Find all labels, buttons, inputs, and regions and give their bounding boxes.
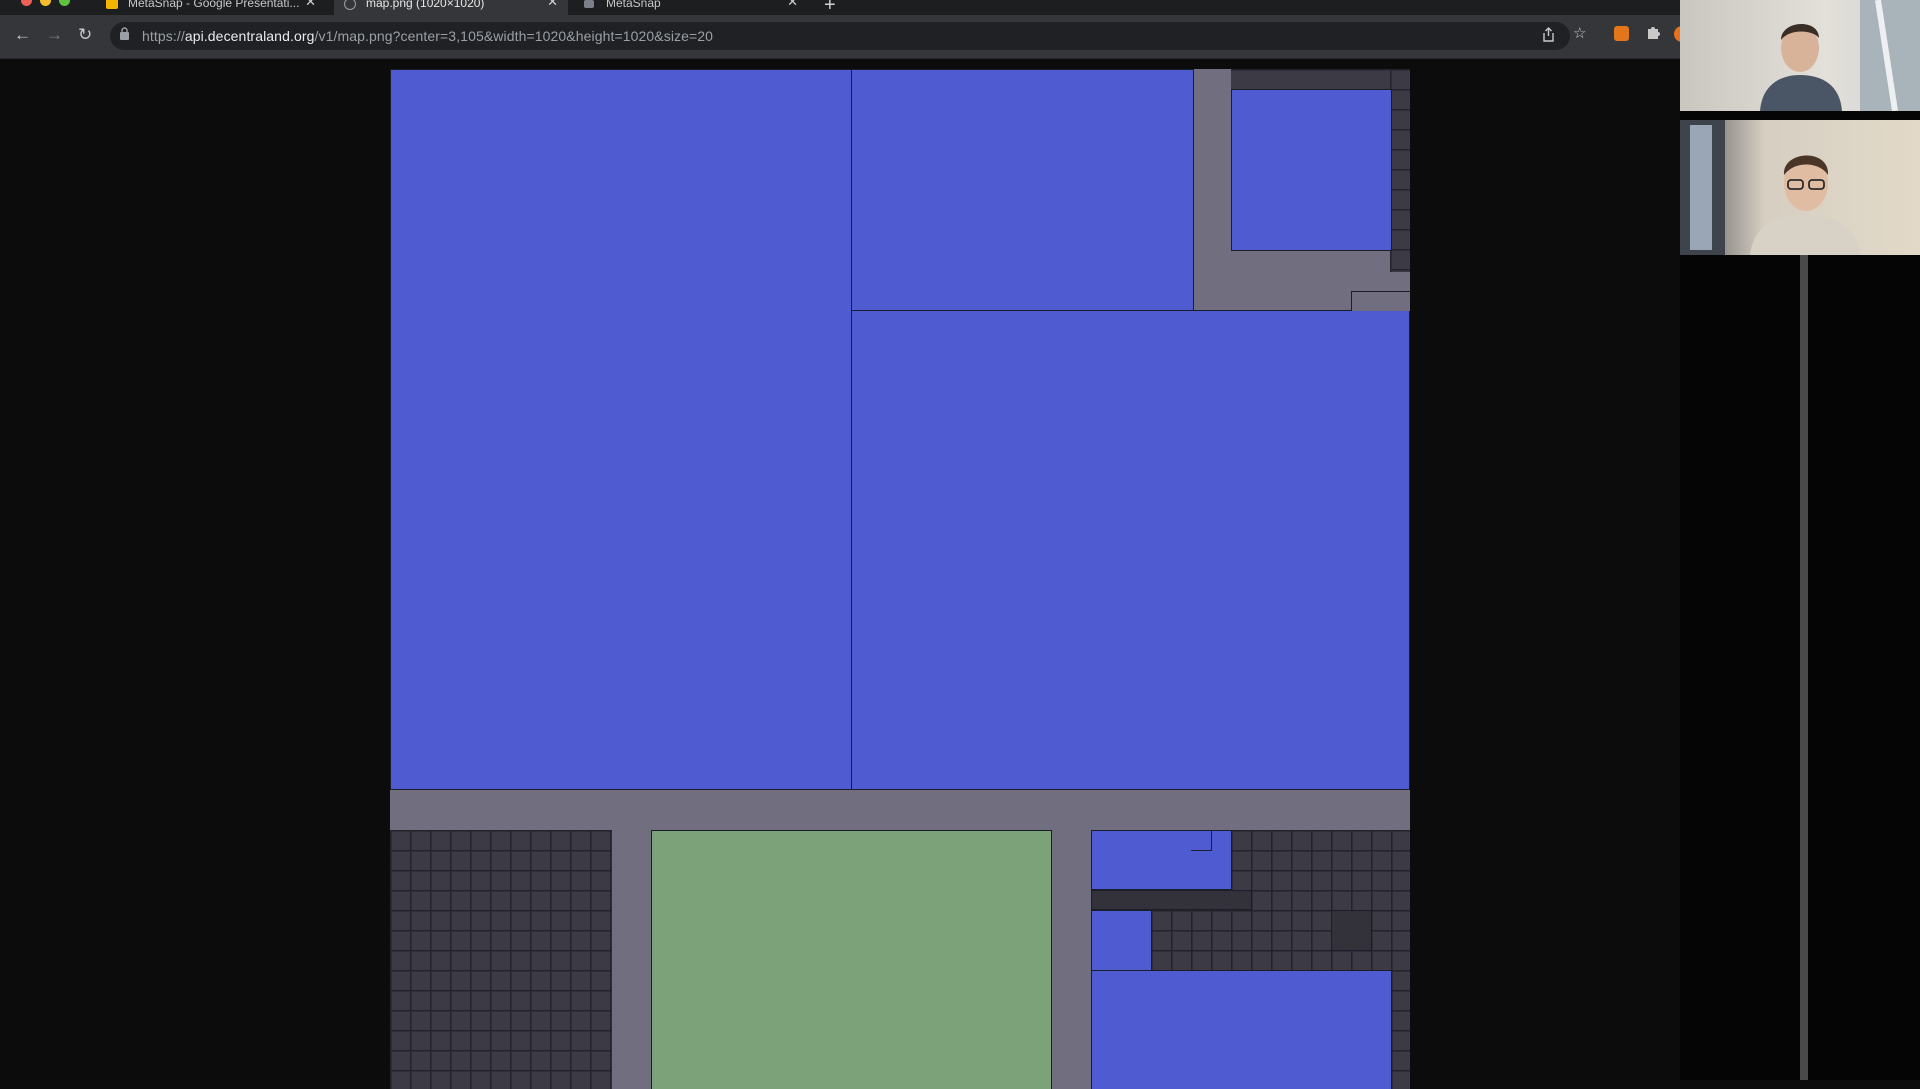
- estate-parcel-top-middle: [851, 69, 1194, 311]
- metasnap-icon: [584, 0, 594, 8]
- browser-toolbar: ← → ↻ https://api.decentraland.org/v1/ma…: [0, 15, 1686, 59]
- tab-metasnap-slides[interactable]: MetaSnap - Google Presentati... ✕: [96, 0, 326, 15]
- participant-avatar: [1760, 0, 1920, 111]
- reload-icon[interactable]: ↻: [78, 25, 92, 45]
- slides-icon: [106, 0, 118, 9]
- share-icon[interactable]: [1542, 27, 1555, 47]
- tab-strip: MetaSnap - Google Presentati... ✕ map.pn…: [0, 0, 1680, 16]
- estate-parcel-bottom-right-c: [1091, 970, 1392, 1089]
- minimize-window-button[interactable]: [40, 0, 51, 6]
- forward-arrow-icon[interactable]: →: [46, 25, 63, 45]
- road-notch: [1351, 291, 1410, 311]
- participant-video-2: [1680, 120, 1920, 255]
- estate-parcel-bottom-right-b: [1091, 910, 1152, 971]
- tab-close-icon[interactable]: ✕: [547, 0, 558, 8]
- participant-video-1: [1680, 0, 1920, 111]
- dark-block-bottom-right-2: [1331, 910, 1372, 951]
- maximize-window-button[interactable]: [59, 0, 70, 6]
- url-host: api.decentraland.org: [184, 28, 315, 44]
- scrollbar[interactable]: [1800, 255, 1808, 1080]
- participant-avatar: [1680, 120, 1860, 255]
- tab-map-png[interactable]: map.png (1020×1020) ✕: [334, 0, 568, 15]
- close-window-button[interactable]: [21, 0, 32, 6]
- bookmark-star-icon[interactable]: ☆: [1573, 24, 1586, 42]
- tab-metasnap[interactable]: MetaSnap ✕: [574, 0, 808, 15]
- tab-close-icon[interactable]: ✕: [787, 0, 798, 8]
- tab-label: MetaSnap: [606, 0, 661, 10]
- unowned-strip-top: [1231, 69, 1391, 89]
- tab-close-icon[interactable]: ✕: [305, 0, 316, 8]
- back-arrow-icon[interactable]: ←: [14, 25, 31, 45]
- lock-icon: [120, 27, 129, 40]
- address-bar[interactable]: https://api.decentraland.org/v1/map.png?…: [110, 22, 1570, 50]
- estate-parcel-large-left: [390, 69, 852, 790]
- globe-icon: [344, 0, 356, 10]
- decentraland-map-image: [390, 69, 1410, 1089]
- page-viewport: [0, 59, 1680, 1089]
- dark-block-bottom-right: [1091, 890, 1252, 910]
- url-text[interactable]: https://api.decentraland.org/v1/map.png?…: [142, 28, 713, 44]
- estate-parcel-bottom-right-a-ext: [1191, 830, 1212, 851]
- plaza-parcel-green: [651, 830, 1052, 1089]
- url-path: /v1/map.png?center=3,105&width=1020&heig…: [314, 28, 714, 44]
- unowned-grid-bottom-left: [390, 830, 612, 1089]
- estate-parcel-right-large: [851, 310, 1410, 790]
- url-scheme: https://: [142, 28, 185, 44]
- unowned-column-right: [1390, 69, 1410, 272]
- metamask-fox-icon[interactable]: [1614, 26, 1629, 41]
- tab-label: MetaSnap - Google Presentati...: [128, 0, 300, 10]
- extensions-puzzle-icon[interactable]: [1646, 25, 1661, 44]
- estate-parcel-top-right-small: [1231, 89, 1392, 251]
- tab-label: map.png (1020×1020): [366, 0, 485, 10]
